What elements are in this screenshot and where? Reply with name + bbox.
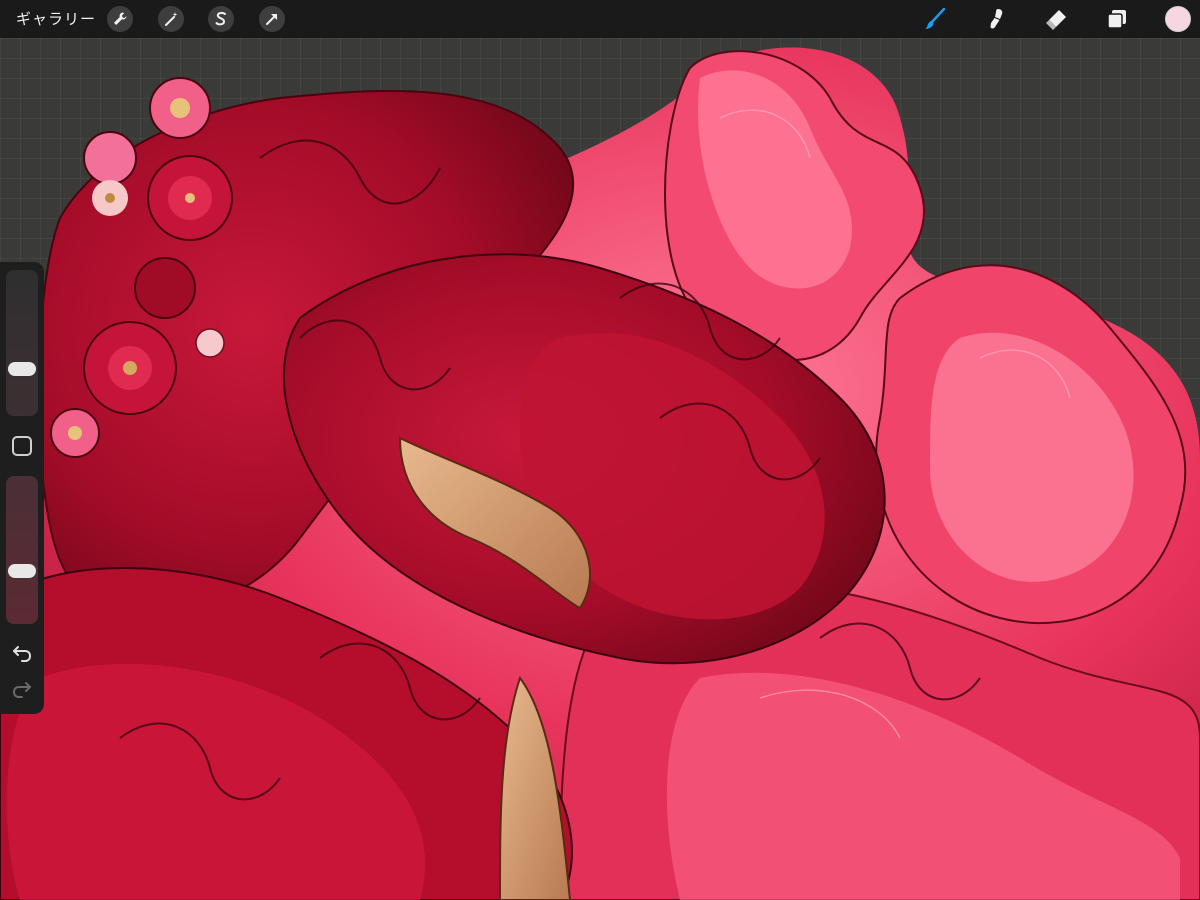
- smudge-button[interactable]: [983, 6, 1009, 32]
- selection-button[interactable]: [208, 6, 234, 32]
- adjustments-button[interactable]: [158, 6, 184, 32]
- color-swatch-button[interactable]: [1165, 6, 1191, 32]
- eraser-icon: [1046, 10, 1066, 30]
- square-modify-icon[interactable]: [12, 436, 32, 456]
- brush-button[interactable]: [922, 6, 948, 32]
- opacity-slider[interactable]: [6, 476, 38, 624]
- smudge-finger-icon: [990, 9, 1003, 29]
- brush-size-thumb[interactable]: [8, 362, 36, 377]
- eraser-button[interactable]: [1044, 6, 1070, 32]
- left-sidebar: [0, 262, 44, 714]
- layers-icon: [1107, 10, 1126, 29]
- gallery-button[interactable]: ギャラリー: [16, 8, 96, 29]
- undo-arrow-icon: [13, 646, 32, 662]
- artwork: [0, 47, 1200, 900]
- layers-button[interactable]: [1104, 6, 1130, 32]
- drawing-canvas[interactable]: [0, 38, 1200, 900]
- brush-icon: [925, 7, 946, 29]
- actions-button[interactable]: [107, 6, 133, 32]
- selection-s-icon: [215, 11, 226, 26]
- redo-arrow-icon: [12, 682, 31, 698]
- opacity-thumb[interactable]: [8, 564, 36, 579]
- brush-size-slider[interactable]: [6, 270, 38, 416]
- wrench-icon: [114, 12, 127, 25]
- arrow-cursor-icon: [266, 14, 277, 25]
- redo-button[interactable]: [10, 678, 34, 700]
- top-toolbar: ギャラリー: [0, 0, 1200, 38]
- magic-wand-icon: [165, 12, 178, 26]
- undo-button[interactable]: [10, 642, 34, 664]
- transform-button[interactable]: [259, 6, 285, 32]
